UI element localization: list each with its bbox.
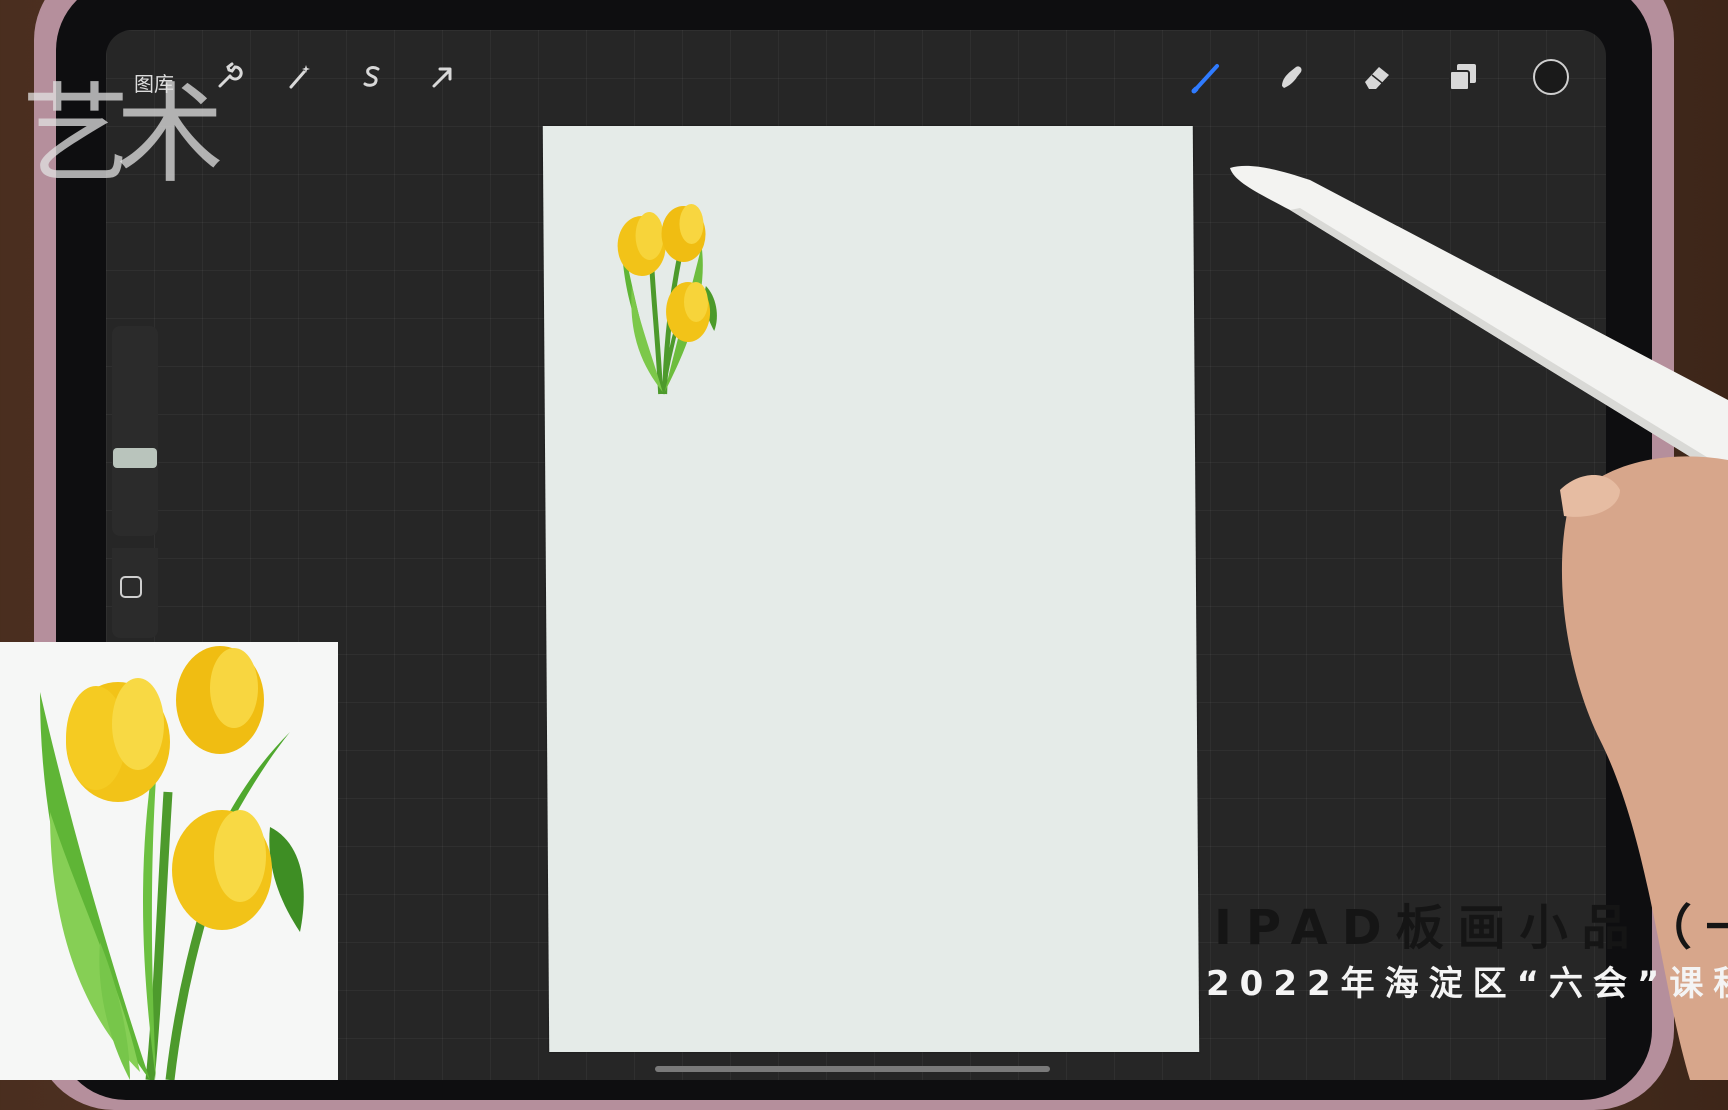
layers-icon[interactable] xyxy=(1446,60,1480,94)
caption-title: IPAD板画小品（一 xyxy=(1214,900,1728,956)
brush-icon[interactable] xyxy=(1190,60,1224,94)
brush-size-slider[interactable] xyxy=(112,326,158,536)
reference-image xyxy=(0,642,338,1081)
watermark-logo: 艺术 xyxy=(22,73,224,198)
home-indicator[interactable] xyxy=(655,1066,1050,1072)
slider-thumb[interactable] xyxy=(113,448,157,468)
transform-arrow-icon[interactable] xyxy=(425,60,459,94)
magic-wand-icon[interactable] xyxy=(282,60,316,94)
color-swatch[interactable] xyxy=(1532,58,1570,96)
smudge-icon[interactable] xyxy=(1275,60,1309,94)
wrench-icon[interactable] xyxy=(212,60,246,94)
caption-subtitle: 2022年海淀区“六会”课程 xyxy=(1206,964,1728,1004)
selection-s-icon[interactable] xyxy=(355,60,389,94)
eraser-icon[interactable] xyxy=(1360,60,1394,94)
drawing-canvas[interactable] xyxy=(542,126,1200,1052)
pasted-tulip-image[interactable] xyxy=(601,166,733,396)
modify-button[interactable] xyxy=(120,576,142,598)
